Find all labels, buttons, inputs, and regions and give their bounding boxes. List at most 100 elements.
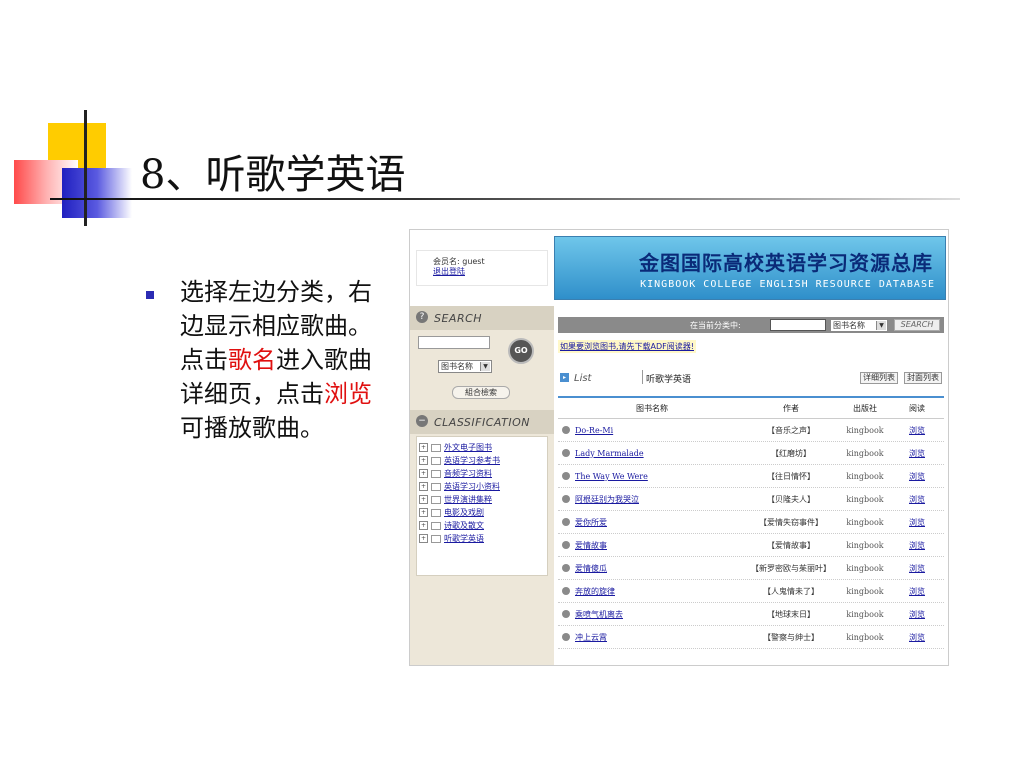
detail-list-button[interactable]: 详细列表 — [860, 372, 898, 384]
read-cell: 浏览 — [894, 511, 940, 533]
expand-icon[interactable]: + — [419, 482, 428, 491]
author-cell: 【贝隆夫人】 — [767, 494, 815, 504]
song-name-link[interactable]: The Way We Were — [575, 472, 648, 481]
search-button[interactable]: SEARCH — [894, 319, 940, 331]
member-label: 会员名: guest — [433, 257, 485, 266]
tree-item[interactable]: + 听歌学英语 — [419, 532, 547, 545]
column-header-name: 图书名称 — [636, 403, 668, 413]
cover-list-button[interactable]: 封面列表 — [904, 372, 942, 384]
disc-icon — [562, 449, 570, 457]
song-name-link[interactable]: Do-Re-Mi — [575, 426, 613, 435]
tree-item[interactable]: + 电影及戏剧 — [419, 506, 547, 519]
author-cell: 【警察与绅士】 — [763, 632, 819, 642]
column-header-read: 阅读 — [909, 403, 925, 413]
column-header-publisher: 出版社 — [853, 403, 877, 413]
list-header: ▸ List 听歌学英语 详细列表 封面列表 — [558, 370, 944, 386]
read-cell: 浏览 — [894, 442, 940, 464]
read-cell: 浏览 — [894, 488, 940, 510]
pdf-reader-notice-link[interactable]: 如果要浏览图书,请先下载ADF阅读器! — [558, 340, 696, 353]
chevron-down-icon: ▼ — [876, 321, 886, 330]
tree-item-label[interactable]: 音频学习资料 — [444, 469, 492, 478]
left-sidebar: ? SEARCH 图书名称 ▼ GO 組合檢索 − CLASSIFICATION… — [410, 306, 554, 665]
tree-item[interactable]: + 音频学习资料 — [419, 467, 547, 480]
disc-icon — [562, 495, 570, 503]
category-search-input[interactable] — [770, 319, 826, 331]
tree-item-label[interactable]: 世界演讲集粹 — [444, 495, 492, 504]
tree-item-label[interactable]: 电影及戏剧 — [444, 508, 484, 517]
question-icon: ? — [416, 311, 428, 323]
search-input[interactable] — [418, 336, 490, 349]
category-field-select-value: 图书名称 — [833, 321, 865, 330]
browse-link[interactable]: 浏览 — [909, 517, 925, 528]
logout-link[interactable]: 退出登陆 — [433, 267, 547, 277]
author-cell: 【人鬼情未了】 — [763, 586, 819, 596]
publisher-cell: kingbook — [846, 563, 884, 573]
expand-icon[interactable]: + — [419, 443, 428, 452]
bullet-highlight-song-name: 歌名 — [228, 346, 276, 374]
song-name-link[interactable]: 爱情傻瓜 — [575, 563, 607, 574]
browse-link[interactable]: 浏览 — [909, 632, 925, 643]
disc-icon — [562, 518, 570, 526]
disc-icon — [562, 564, 570, 572]
song-name-link[interactable]: 奔放的旋律 — [575, 586, 615, 597]
search-field-select[interactable]: 图书名称 ▼ — [438, 360, 492, 373]
expand-icon[interactable]: + — [419, 456, 428, 465]
search-heading: SEARCH — [434, 312, 483, 325]
author-cell: 【爱情故事】 — [767, 540, 815, 550]
bullet-highlight-browse: 浏览 — [324, 380, 372, 408]
disc-icon — [562, 633, 570, 641]
song-name-cell: 冲上云霄 — [562, 626, 742, 648]
tree-item[interactable]: + 英语学习小资料 — [419, 480, 547, 493]
tree-item-label[interactable]: 听歌学英语 — [444, 534, 484, 543]
combined-search-button[interactable]: 組合檢索 — [452, 386, 510, 399]
table-row: 爱情傻瓜 【新罗密欧与茱丽叶】 kingbook 浏览 — [558, 557, 944, 580]
song-name-cell: 阿根廷别为我哭泣 — [562, 488, 742, 510]
expand-icon[interactable]: + — [419, 469, 428, 478]
browse-link[interactable]: 浏览 — [909, 448, 925, 459]
tree-item-label[interactable]: 外文电子图书 — [444, 443, 492, 452]
expand-icon[interactable]: + — [419, 495, 428, 504]
song-name-link[interactable]: 爱情故事 — [575, 540, 607, 551]
browse-link[interactable]: 浏览 — [909, 609, 925, 620]
browse-link[interactable]: 浏览 — [909, 471, 925, 482]
author-cell: 【爱情失窃事件】 — [759, 517, 823, 527]
expand-icon[interactable]: + — [419, 521, 428, 530]
song-name-link[interactable]: 冲上云霄 — [575, 632, 607, 643]
browse-link[interactable]: 浏览 — [909, 563, 925, 574]
search-field-select-value: 图书名称 — [441, 362, 473, 371]
go-button[interactable]: GO — [508, 338, 534, 364]
browse-link[interactable]: 浏览 — [909, 425, 925, 436]
tree-item-label[interactable]: 英语学习小资料 — [444, 482, 500, 491]
user-info-box: 会员名: guest 退出登陆 — [416, 250, 548, 286]
song-name-cell: Do-Re-Mi — [562, 419, 742, 441]
tree-item[interactable]: + 世界演讲集粹 — [419, 493, 547, 506]
read-cell: 浏览 — [894, 626, 940, 648]
tree-item-label[interactable]: 英语学习参考书 — [444, 456, 500, 465]
disc-icon — [562, 472, 570, 480]
song-table: 图书名称 作者 出版社 阅读 Do-Re-Mi 【音乐之声】 kingbook 浏览 L… — [558, 398, 944, 649]
publisher-cell: kingbook — [846, 471, 884, 481]
publisher-cell: kingbook — [846, 632, 884, 642]
tree-item[interactable]: + 外文电子图书 — [419, 441, 547, 454]
browse-link[interactable]: 浏览 — [909, 494, 925, 505]
classification-heading: CLASSIFICATION — [434, 416, 530, 429]
tree-item[interactable]: + 诗歌及散文 — [419, 519, 547, 532]
table-row: 爱情故事 【爱情故事】 kingbook 浏览 — [558, 534, 944, 557]
expand-icon[interactable]: + — [419, 534, 428, 543]
category-field-select[interactable]: 图书名称 ▼ — [830, 319, 888, 332]
decor-vertical-line — [84, 110, 87, 226]
song-name-link[interactable]: 乘喷气机离去 — [575, 609, 623, 620]
publisher-cell: kingbook — [846, 425, 884, 435]
author-cell: 【往日情怀】 — [767, 471, 815, 481]
table-row: 冲上云霄 【警察与绅士】 kingbook 浏览 — [558, 626, 944, 649]
expand-icon[interactable]: + — [419, 508, 428, 517]
tree-item-label[interactable]: 诗歌及散文 — [444, 521, 484, 530]
song-name-link[interactable]: 爱你所爱 — [575, 517, 607, 528]
browse-link[interactable]: 浏览 — [909, 540, 925, 551]
song-name-cell: 爱情傻瓜 — [562, 557, 742, 579]
song-name-link[interactable]: Lady Marmalade — [575, 449, 644, 458]
tree-item[interactable]: + 英语学习参考书 — [419, 454, 547, 467]
publisher-cell: kingbook — [846, 540, 884, 550]
browse-link[interactable]: 浏览 — [909, 586, 925, 597]
song-name-link[interactable]: 阿根廷别为我哭泣 — [575, 494, 639, 505]
